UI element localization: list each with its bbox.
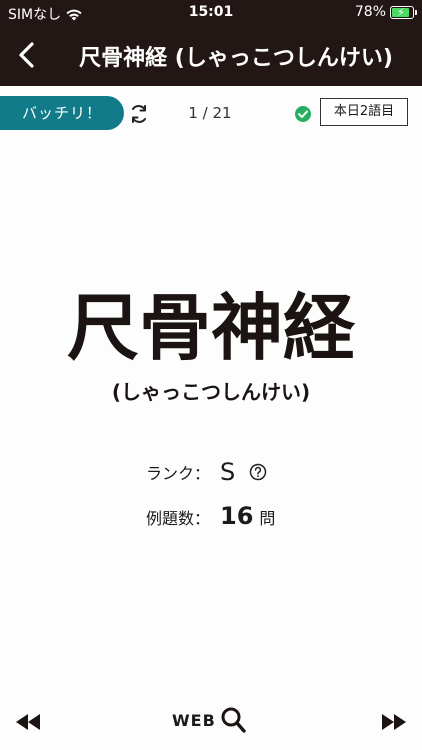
battery-percent: 78%: [354, 4, 386, 20]
card-toolbar: バッチリ！ 1 / 21 本日2語目: [0, 96, 422, 132]
back-button[interactable]: [10, 38, 44, 72]
status-bar: SIMなし 15:01 78% ⚡: [0, 0, 422, 26]
web-label: WEB: [172, 710, 216, 730]
app-screen: SIMなし 15:01 78% ⚡ 尺骨神経 (しゃっこつしんけい) バッチリ！…: [0, 0, 422, 750]
refresh-button[interactable]: [128, 103, 150, 125]
card-counter: 1 / 21: [188, 104, 232, 122]
next-button[interactable]: [380, 712, 408, 732]
term-reading: (しゃっこつしんけい): [111, 380, 311, 404]
example-count: 16: [220, 502, 254, 530]
rewind-icon: [16, 714, 40, 730]
navigation-bar: 尺骨神経 (しゃっこつしんけい): [0, 28, 422, 84]
battery-icon: ⚡: [390, 5, 417, 19]
example-label: 例題数：: [146, 509, 211, 528]
term-heading: 尺骨神経: [66, 286, 355, 370]
chevron-left-icon: [19, 42, 34, 68]
search-icon: [221, 707, 246, 733]
web-search-button[interactable]: WEB: [172, 706, 246, 734]
previous-button[interactable]: [14, 712, 42, 732]
page-title: 尺骨神経 (しゃっこつしんけい): [79, 46, 393, 71]
example-count-row: 例題数： 16 問: [146, 502, 275, 530]
rank-label: ランク：: [146, 464, 211, 483]
top-bar: SIMなし 15:01 78% ⚡ 尺骨神経 (しゃっこつしんけい): [0, 0, 422, 86]
refresh-icon: [132, 105, 146, 123]
today-count-badge: 本日2語目: [320, 98, 408, 126]
battery-group: 78% ⚡: [354, 4, 417, 20]
bottom-bar: WEB: [0, 700, 422, 744]
rank-row: ランク： S: [146, 458, 267, 486]
batchiri-button[interactable]: バッチリ！: [0, 96, 124, 130]
check-circle-icon: [294, 105, 312, 123]
question-circle-icon[interactable]: [249, 463, 267, 481]
rank-value: S: [220, 458, 236, 486]
fast-forward-icon: [382, 714, 406, 730]
charging-bolt-icon: ⚡: [397, 5, 405, 19]
example-unit: 問: [259, 509, 276, 528]
